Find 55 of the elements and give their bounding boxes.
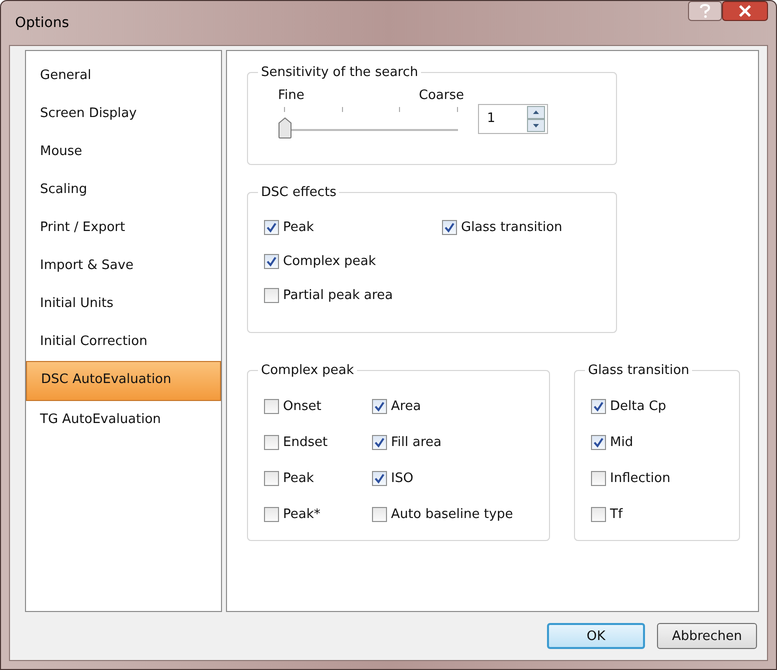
- category-item[interactable]: Screen Display: [26, 95, 221, 133]
- checkbox[interactable]: [264, 254, 279, 268]
- checkbox-label: Peak: [283, 470, 314, 486]
- checkbox-label: Inflection: [610, 470, 670, 486]
- category-item[interactable]: Initial Units: [26, 285, 221, 323]
- checkbox-label: Peak*: [283, 506, 320, 522]
- checkbox-label: Onset: [283, 398, 322, 414]
- category-item[interactable]: TG AutoEvaluation: [26, 401, 221, 439]
- checkbox-label: Auto baseline type: [391, 506, 513, 522]
- checkbox-label: Fill area: [391, 434, 442, 450]
- checkbox[interactable]: [264, 470, 279, 486]
- checkbox-label: Tf: [610, 506, 623, 522]
- checkbox-label: Peak: [283, 220, 314, 234]
- category-item[interactable]: Print / Export: [26, 209, 221, 247]
- checkbox[interactable]: [372, 434, 387, 450]
- checkbox[interactable]: [591, 470, 606, 486]
- checkbox[interactable]: [264, 398, 279, 414]
- checkbox[interactable]: [264, 288, 279, 302]
- checkbox[interactable]: [591, 506, 606, 522]
- checkbox-label: Delta Cp: [610, 398, 666, 414]
- category-item[interactable]: Mouse: [26, 133, 221, 171]
- slider-label: Fine: [278, 88, 304, 103]
- category-item[interactable]: DSC AutoEvaluation: [26, 361, 221, 401]
- category-item[interactable]: Import & Save: [26, 247, 221, 285]
- window-title: Options: [15, 15, 70, 31]
- checkbox[interactable]: [442, 220, 457, 234]
- checkbox-label: Mid: [610, 434, 634, 450]
- checkbox[interactable]: [372, 398, 387, 414]
- help-icon[interactable]: [688, 1, 722, 21]
- checkbox[interactable]: [372, 470, 387, 486]
- checkbox-label: Partial peak area: [283, 288, 393, 302]
- checkbox-label: Complex peak: [283, 254, 376, 268]
- group-title: Sensitivity of the search: [260, 65, 420, 80]
- checkbox[interactable]: [264, 506, 279, 522]
- group-title: DSC effects: [260, 185, 338, 200]
- group-title: Glass transition: [587, 363, 690, 378]
- category-item[interactable]: Scaling: [26, 171, 221, 209]
- checkbox[interactable]: [264, 220, 279, 234]
- checkbox[interactable]: [591, 398, 606, 414]
- cancel-button[interactable]: Abbrechen: [657, 623, 757, 649]
- ok-button[interactable]: OK: [547, 623, 645, 649]
- checkbox-label: ISO: [391, 470, 414, 486]
- checkbox-label: Area: [391, 398, 421, 414]
- group-title: Complex peak: [260, 363, 355, 378]
- checkbox-label: Endset: [283, 434, 328, 450]
- slider-thumb[interactable]: [278, 117, 292, 139]
- category-item[interactable]: Initial Correction: [26, 323, 221, 361]
- number-spinner[interactable]: 1: [478, 104, 548, 134]
- checkbox[interactable]: [372, 506, 387, 522]
- category-item[interactable]: General: [26, 57, 221, 95]
- close-icon[interactable]: [722, 1, 768, 21]
- slider-label: Coarse: [418, 88, 464, 103]
- checkbox[interactable]: [264, 434, 279, 450]
- checkbox[interactable]: [591, 434, 606, 450]
- checkbox-label: Glass transition: [461, 220, 562, 234]
